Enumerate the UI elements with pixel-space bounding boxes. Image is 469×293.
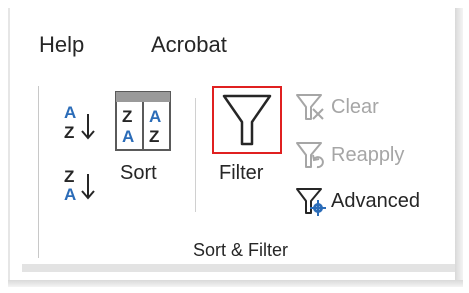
advanced-label: Advanced [331,189,420,212]
sort-a-to-z-icon: A Z [64,103,95,142]
tab-acrobat[interactable]: Acrobat [151,32,227,58]
sort-a-to-z-button[interactable]: A Z [60,100,100,144]
svg-text:A: A [122,127,134,146]
filter-funnel-icon [222,94,272,146]
frame-shadow [8,280,463,287]
svg-text:Z: Z [149,127,159,146]
svg-text:Z: Z [64,123,74,142]
svg-text:A: A [149,107,161,126]
group-label: Sort & Filter [193,240,289,260]
clear-label: Clear [331,95,379,118]
reapply-button[interactable]: Reapply [293,138,433,172]
sort-dialog-icon: Z A A Z [115,91,171,151]
svg-text:A: A [64,185,76,204]
advanced-filter-icon [296,188,326,216]
advanced-button[interactable]: Advanced [293,184,453,218]
filter-button[interactable]: Filter [212,86,282,196]
filter-label: Filter [219,162,264,184]
sort-z-to-a-icon: Z A [64,167,95,204]
group-separator [38,86,39,258]
frame-shadow [455,8,463,286]
svg-text:Z: Z [64,167,74,186]
sort-button[interactable]: Z A A Z Sort [112,88,174,192]
clear-filter-icon [296,94,324,120]
ribbon-tab-bar: Help Acrobat [0,0,455,70]
group-separator [195,98,196,212]
sort-z-to-a-button[interactable]: Z A [60,158,100,208]
ribbon-screenshot: Help Acrobat A Z Z A Z A A Z Sort Filter… [0,0,469,293]
tab-help[interactable]: Help [39,32,84,58]
clear-button[interactable]: Clear [293,90,403,124]
sort-label: Sort [120,162,157,184]
svg-text:A: A [64,103,76,122]
reapply-label: Reapply [331,143,405,166]
ribbon-bottom-edge [22,264,455,272]
svg-text:Z: Z [122,107,132,126]
reapply-filter-icon [296,142,324,169]
